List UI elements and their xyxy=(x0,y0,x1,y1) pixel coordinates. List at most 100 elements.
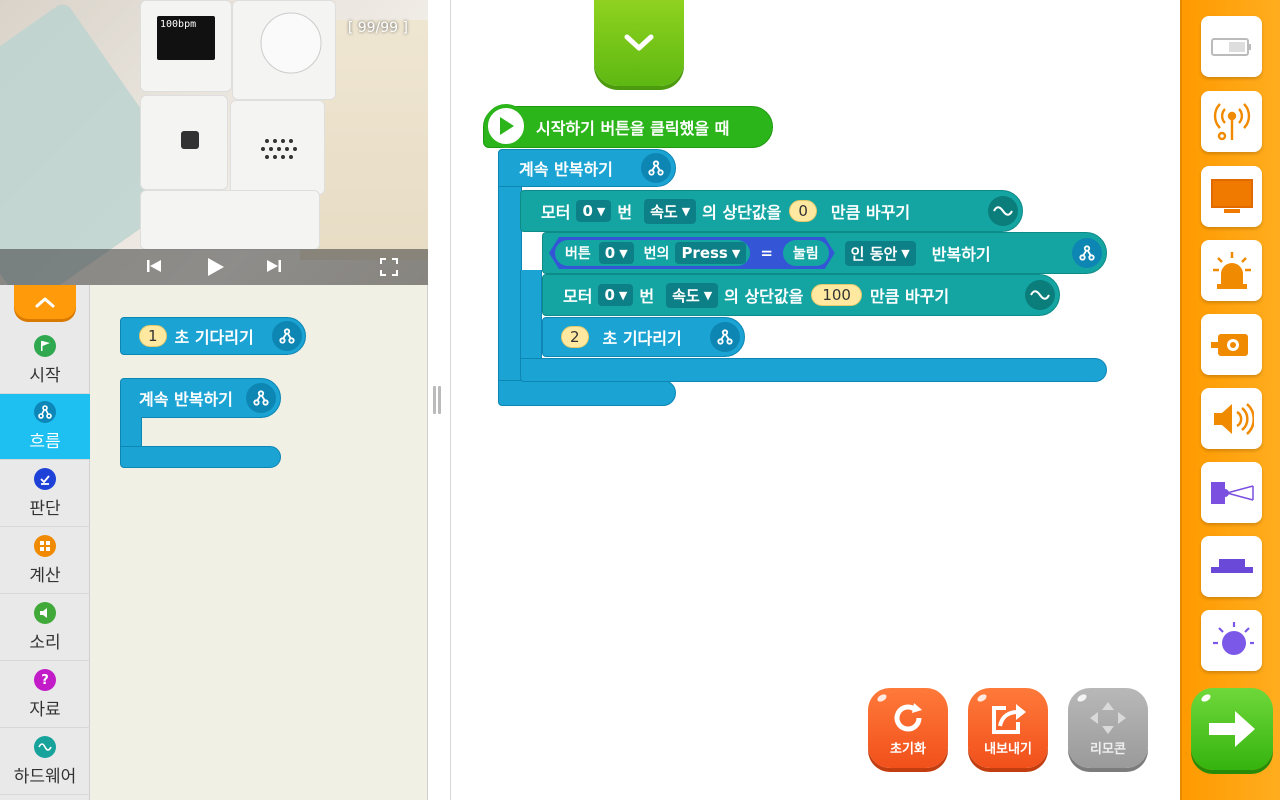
speaker-icon xyxy=(1213,402,1254,435)
glint xyxy=(976,692,988,704)
video-controls xyxy=(0,249,428,285)
wait-block[interactable]: 2 초 기다리기 xyxy=(542,317,745,357)
motor-beon-label: 번 xyxy=(617,203,633,222)
previous-icon[interactable] xyxy=(146,259,162,273)
signal-icon xyxy=(1213,102,1250,140)
category-hardware[interactable]: 하드웨어 xyxy=(0,729,90,795)
video-cube xyxy=(230,100,325,195)
flag-icon xyxy=(34,335,56,357)
condition-slot[interactable]: 버튼 0 ▼ 번의 Press ▼ = 눌림 xyxy=(549,237,835,269)
motor-label: 모터 xyxy=(541,203,571,222)
motor-param-dropdown[interactable]: 속도 ▼ xyxy=(666,282,719,308)
category-start[interactable]: 시작 xyxy=(0,328,90,394)
app-root: 100bpm [ 99/99 ] 시작 흐름 판단 계산 소리 ? 자료 하드웨… xyxy=(0,0,1280,800)
dropdown-arrow-icon: ▼ xyxy=(681,204,691,218)
play-icon[interactable] xyxy=(205,257,225,277)
bpm-display: 100bpm xyxy=(157,16,215,60)
wait-seconds-input[interactable]: 1 xyxy=(139,325,167,347)
condition-mode-dropdown[interactable]: 인 동안 ▼ xyxy=(844,240,916,266)
category-label: 하드웨어 xyxy=(13,767,77,787)
motor-value-input[interactable]: 100 xyxy=(811,284,862,306)
category-decision[interactable]: 판단 xyxy=(0,461,90,527)
category-label: 소리 xyxy=(29,633,61,653)
category-label: 흐름 xyxy=(29,432,61,452)
reset-button[interactable]: 초기화 xyxy=(868,688,948,768)
sensor-port-dropdown[interactable]: 0 ▼ xyxy=(599,242,634,264)
glint xyxy=(1076,692,1088,704)
run-button[interactable] xyxy=(1191,688,1273,770)
motor-end-label: 만큼 바꾸기 xyxy=(869,287,950,306)
speaker-button[interactable] xyxy=(1201,388,1262,449)
plate-button[interactable] xyxy=(1201,536,1262,597)
motor-label: 모터 xyxy=(563,287,593,306)
light-sensor-icon xyxy=(1212,621,1254,655)
export-label: 내보내기 xyxy=(984,741,1032,757)
start-hat-block[interactable]: 시작하기 버튼을 클릭했을 때 xyxy=(483,104,773,148)
chevron-down-icon xyxy=(624,34,654,51)
button-icon xyxy=(181,131,199,149)
motor-param-dropdown[interactable]: 속도 ▼ xyxy=(644,198,697,224)
motor-suffix-label: 의 상단값을 xyxy=(702,203,782,222)
video-cube xyxy=(140,95,228,190)
hardware-toolbar xyxy=(1180,0,1280,800)
dropdown-arrow-icon: ▼ xyxy=(703,288,713,302)
category-label: 시작 xyxy=(29,366,61,386)
motor-param-value: 속도 xyxy=(672,286,700,305)
reset-label: 초기화 xyxy=(890,741,926,757)
category-flow[interactable]: 흐름 xyxy=(0,394,90,460)
fullscreen-icon[interactable] xyxy=(380,258,398,276)
distance-sensor-button[interactable] xyxy=(1201,462,1262,523)
calculator-icon xyxy=(34,535,56,557)
remote-button[interactable]: 리모콘 xyxy=(1068,688,1148,768)
alarm-light-icon xyxy=(1212,251,1251,289)
sensor-event-dropdown[interactable]: Press ▼ xyxy=(675,242,746,264)
battery-button[interactable] xyxy=(1201,16,1262,77)
flow-icon xyxy=(710,322,740,352)
while-button-block[interactable]: 버튼 0 ▼ 번의 Press ▼ = 눌림 인 동안 ▼ 반복하기 xyxy=(542,232,1107,274)
motor-button[interactable] xyxy=(1201,314,1262,375)
motor-port-dropdown[interactable]: 0 ▼ xyxy=(598,284,634,306)
motor-suffix-label: 의 상단값을 xyxy=(724,287,804,306)
remote-label: 리모콘 xyxy=(1090,741,1126,757)
light-sensor-button[interactable] xyxy=(1201,610,1262,671)
play-circle-icon xyxy=(484,104,528,148)
motor-port-dropdown[interactable]: 0 ▼ xyxy=(576,200,612,222)
category-label: 계산 xyxy=(29,566,61,586)
equals-operator: = xyxy=(760,244,773,262)
motor-value-input[interactable]: 0 xyxy=(789,200,817,222)
category-sound[interactable]: 소리 xyxy=(0,595,90,661)
dropdown-arrow-icon: ▼ xyxy=(731,246,741,260)
wait-seconds-input[interactable]: 2 xyxy=(561,326,589,348)
stage-toggle-button[interactable] xyxy=(594,0,684,86)
motor-icon xyxy=(1210,333,1248,356)
category-calc[interactable]: 계산 xyxy=(0,528,90,594)
flow-icon xyxy=(641,153,671,183)
alarm-light-button[interactable] xyxy=(1201,240,1262,301)
signal-button[interactable] xyxy=(1201,91,1262,152)
video-cube xyxy=(232,0,336,100)
tutorial-video[interactable]: 100bpm [ 99/99 ] xyxy=(0,0,428,285)
chevron-up-icon xyxy=(35,297,55,308)
button-sensor-reporter[interactable]: 버튼 0 ▼ 번의 Press ▼ xyxy=(555,240,750,266)
forever-block[interactable]: 계속 반복하기 xyxy=(498,149,676,187)
plate-icon xyxy=(1210,558,1253,573)
dropdown-arrow-icon: ▼ xyxy=(901,246,910,260)
panel-resize-handle[interactable] xyxy=(433,386,443,414)
video-counter: [ 99/99 ] xyxy=(347,20,408,36)
speaker-icon xyxy=(34,602,56,624)
button-state-dropdown[interactable]: 눌림 xyxy=(783,240,829,266)
wait-block-label: 초 기다리기 xyxy=(174,328,254,347)
palette-wait-block[interactable]: 1 초 기다리기 xyxy=(120,317,306,355)
display-button[interactable] xyxy=(1201,166,1262,227)
category-label: 판단 xyxy=(29,499,61,519)
forever-block-label: 계속 반복하기 xyxy=(519,160,613,179)
block-palette: 1 초 기다리기 계속 반복하기 xyxy=(90,285,428,800)
collapse-video-button[interactable] xyxy=(14,285,76,319)
palette-repeat-block[interactable]: 계속 반복하기 xyxy=(120,378,281,418)
category-data[interactable]: ? 자료 xyxy=(0,662,90,728)
motor-speed-block[interactable]: 모터 0 ▼ 번 속도 ▼ 의 상단값을 100 만큼 바꾸기 xyxy=(542,274,1060,316)
motor-speed-block[interactable]: 모터 0 ▼ 번 속도 ▼ 의 상단값을 0 만큼 바꾸기 xyxy=(520,190,1023,232)
flow-icon xyxy=(272,321,302,351)
next-icon[interactable] xyxy=(266,259,282,273)
export-button[interactable]: 내보내기 xyxy=(968,688,1048,768)
